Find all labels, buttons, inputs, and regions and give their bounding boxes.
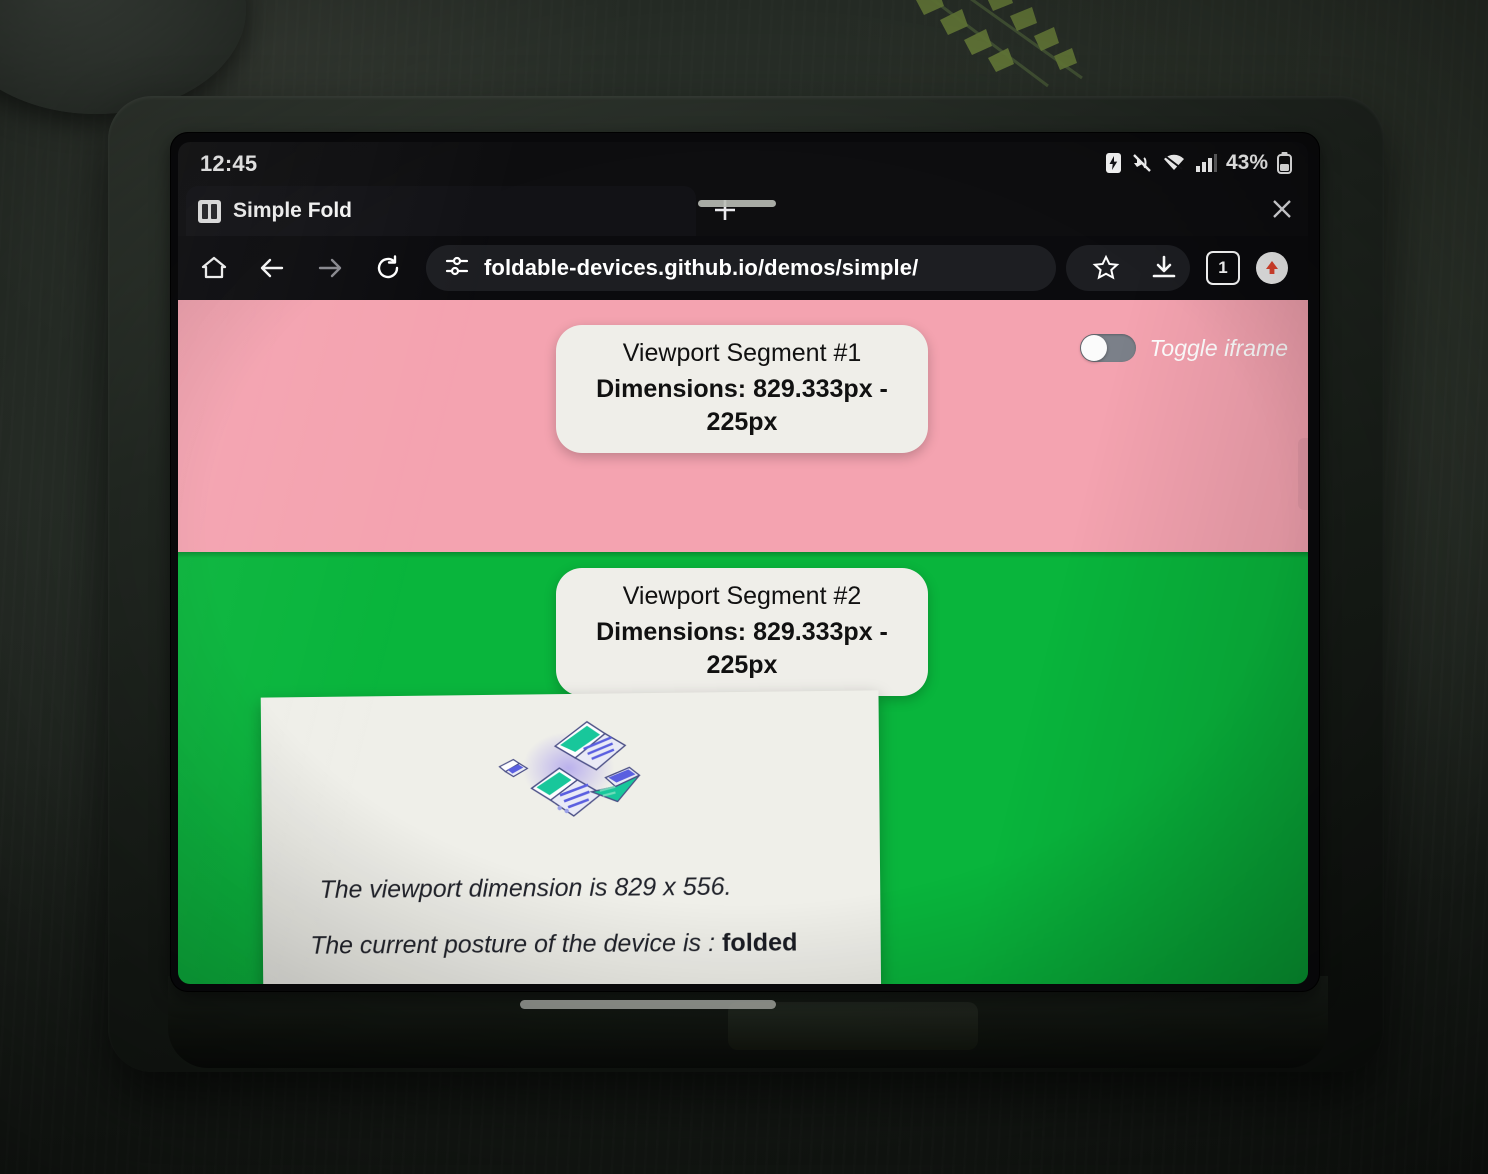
- viewport-dimension-text: The viewport dimension is 829 x 556.: [319, 872, 732, 904]
- segment-1-title: Viewport Segment #1: [622, 339, 862, 367]
- case-cutout: [728, 1002, 978, 1050]
- vibrate-off-icon: [1131, 152, 1153, 174]
- segment-2-card: Viewport Segment #2 Dimensions: 829.333p…: [556, 568, 928, 696]
- speaker-grille-top: [698, 200, 776, 207]
- tab-counter-button[interactable]: 1: [1206, 251, 1240, 285]
- status-icons: 43%: [1105, 151, 1292, 175]
- simple-fold-favicon: [198, 199, 221, 223]
- tune-icon[interactable]: [444, 253, 470, 284]
- info-card: The viewport dimension is 829 x 556. The…: [260, 690, 882, 984]
- home-icon[interactable]: [192, 246, 236, 290]
- toggle-iframe-control[interactable]: Toggle iframe: [1080, 334, 1288, 362]
- wifi-icon: [1162, 152, 1186, 174]
- url-bar[interactable]: foldable-devices.github.io/demos/simple/: [426, 245, 1056, 291]
- segment-2-title: Viewport Segment #2: [622, 582, 862, 610]
- browser-tab[interactable]: Simple Fold: [186, 186, 696, 236]
- forward-arrow-icon: [308, 246, 352, 290]
- toolbar-right-actions: 1: [1066, 245, 1308, 291]
- toggle-knob: [1081, 335, 1108, 361]
- power-button[interactable]: [1298, 438, 1308, 510]
- tab-strip: Simple Fold: [178, 184, 1308, 236]
- download-icon[interactable]: [1142, 246, 1186, 290]
- segment-1-card: Viewport Segment #1 Dimensions: 829.333p…: [556, 325, 928, 453]
- battery-saver-icon: [1105, 152, 1122, 174]
- bookmark-download-pill: [1066, 245, 1190, 291]
- toggle-iframe-label: Toggle iframe: [1149, 334, 1288, 361]
- web-page-content: Viewport Segment #1 Dimensions: 829.333p…: [178, 300, 1308, 984]
- battery-icon: [1277, 152, 1292, 174]
- device-screen: 12:45 43% Simple Fold foldable-devices.g…: [178, 142, 1308, 984]
- url-text: foldable-devices.github.io/demos/simple/: [484, 255, 919, 280]
- battery-percent-label: 43%: [1225, 151, 1268, 174]
- back-arrow-icon[interactable]: [250, 246, 294, 290]
- speaker-grille-bottom: [520, 1000, 776, 1009]
- photo-scene: 12:45 43% Simple Fold foldable-devices.g…: [0, 0, 1488, 1174]
- browser-toolbar: foldable-devices.github.io/demos/simple/…: [178, 236, 1308, 300]
- viewport-segment-2: Viewport Segment #2 Dimensions: 829.333p…: [178, 552, 1308, 984]
- status-bar: 12:45 43%: [178, 142, 1308, 184]
- posture-value: folded: [721, 928, 798, 958]
- background-fern-plant: [916, 0, 1083, 88]
- segment-2-dimensions: Dimensions: 829.333px - 225px: [596, 618, 888, 679]
- status-clock: 12:45: [200, 151, 258, 176]
- device-posture-text: The current posture of the device is : f…: [310, 928, 797, 960]
- posture-label: The current posture of the device is :: [310, 928, 723, 960]
- viewport-segment-1: Viewport Segment #1 Dimensions: 829.333p…: [178, 300, 1308, 552]
- reload-icon[interactable]: [366, 246, 410, 290]
- cellular-signal-icon: [1195, 152, 1217, 174]
- tab-title: Simple Fold: [233, 199, 353, 222]
- segment-1-dimensions: Dimensions: 829.333px - 225px: [596, 375, 888, 436]
- close-icon[interactable]: [1270, 197, 1294, 221]
- toggle-iframe-switch[interactable]: [1080, 334, 1137, 362]
- foldable-devices-illustration: [483, 720, 654, 817]
- incognito-avatar-icon[interactable]: [1256, 252, 1288, 284]
- star-icon[interactable]: [1084, 246, 1128, 290]
